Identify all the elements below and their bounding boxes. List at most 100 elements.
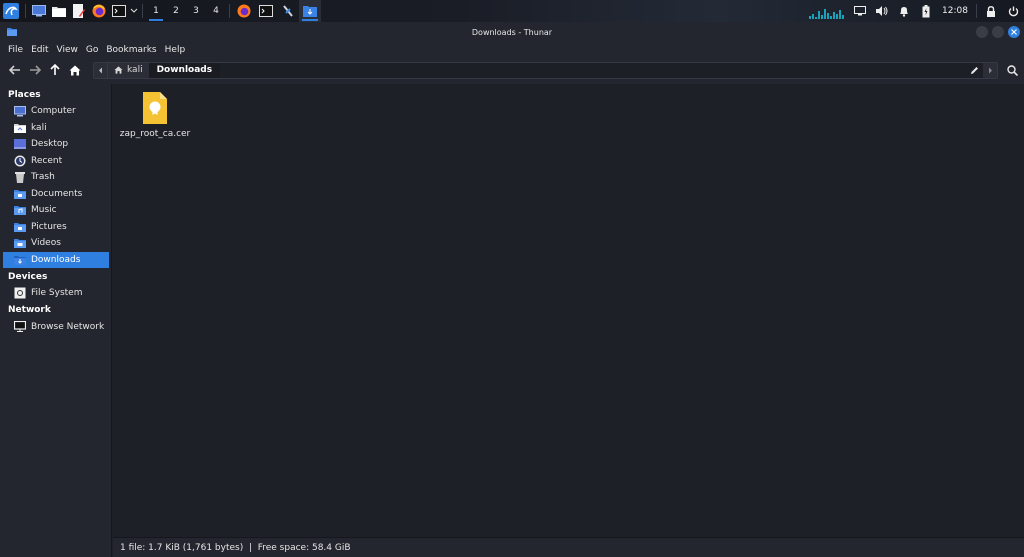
path-bar-empty[interactable] [220, 62, 965, 78]
volume-button[interactable] [871, 0, 893, 22]
text-editor-icon [73, 4, 85, 18]
menu-edit[interactable]: Edit [27, 45, 52, 55]
sidebar-item-videos[interactable]: Videos [3, 235, 109, 252]
home-button[interactable] [65, 60, 85, 80]
path-crumb-current[interactable]: Downloads [148, 62, 221, 78]
display-icon [854, 6, 866, 16]
kali-menu-button[interactable] [0, 0, 22, 22]
lock-screen-button[interactable] [980, 0, 1002, 22]
sidebar-item-computer[interactable]: Computer [3, 103, 109, 120]
workspace-1[interactable]: 1 [146, 0, 166, 22]
firefox-launcher[interactable] [89, 0, 109, 22]
display-button[interactable] [849, 0, 871, 22]
edit-location-button[interactable] [965, 62, 983, 78]
path-scroll-right-button[interactable] [983, 63, 997, 78]
sidebar-item-trash[interactable]: Trash [3, 169, 109, 186]
workspace-label: 2 [173, 6, 179, 16]
workspace-label: 1 [153, 6, 159, 16]
terminal-launcher[interactable] [109, 0, 129, 22]
file-manager-launcher[interactable] [49, 0, 69, 22]
thunar-window: Downloads - Thunar File Edit View Go Boo… [0, 22, 1024, 557]
taskbar-window-terminal[interactable] [255, 0, 277, 22]
workspace-label: 4 [213, 6, 219, 16]
back-button[interactable] [5, 60, 25, 80]
path-scroll-left-button[interactable] [94, 62, 108, 78]
workspace-4[interactable]: 4 [206, 0, 226, 22]
sidebar-item-label: Trash [31, 172, 55, 183]
sidebar-header-places: Places [8, 89, 41, 100]
taskbar-window-firefox[interactable] [233, 0, 255, 22]
sidebar-item-pictures[interactable]: Pictures [3, 219, 109, 236]
search-button[interactable] [1002, 60, 1022, 80]
window-title: Downloads - Thunar [471, 27, 553, 37]
file-view[interactable]: zap_root_ca.cer [112, 84, 1024, 557]
file-name: zap_root_ca.cer [119, 129, 191, 139]
sidebar-item-music[interactable]: Music [3, 202, 109, 219]
sidebar-item-label: Desktop [31, 139, 69, 150]
sidebar-item-documents[interactable]: Documents [3, 186, 109, 203]
forward-button[interactable] [25, 60, 45, 80]
desktop-icon [14, 138, 26, 150]
window-titlebar[interactable]: Downloads - Thunar [0, 22, 1024, 42]
search-icon [1006, 64, 1018, 76]
menu-help[interactable]: Help [161, 45, 190, 55]
taskbar-window-thunar[interactable] [299, 0, 321, 22]
taskbar-separator [976, 4, 977, 18]
power-button[interactable] [1002, 0, 1024, 22]
status-text: 1 file: 1.7 KiB (1,761 bytes) | Free spa… [120, 542, 351, 553]
volume-icon [876, 6, 888, 16]
folder-icon [52, 7, 66, 17]
sidebar-header-devices: Devices [8, 271, 48, 282]
menu-bookmarks[interactable]: Bookmarks [102, 45, 160, 55]
sidebar-item-desktop[interactable]: Desktop [3, 136, 109, 153]
taskbar-window-zap[interactable] [277, 0, 299, 22]
clock[interactable]: 12:08 [937, 0, 973, 22]
sidebar-item-browse-network[interactable]: Browse Network [3, 319, 109, 336]
path-bar: kali Downloads [93, 61, 998, 79]
chevron-right-icon [988, 67, 992, 73]
menu-go[interactable]: Go [82, 45, 102, 55]
pictures-folder-icon [14, 221, 26, 233]
workspace-2[interactable]: 2 [166, 0, 186, 22]
sidebar-item-downloads[interactable]: Downloads [3, 251, 109, 268]
sidebar-item-label: Pictures [31, 221, 67, 232]
pencil-icon [970, 66, 978, 74]
show-desktop-button[interactable] [29, 0, 49, 22]
sidebar-item-kali[interactable]: kali [3, 120, 109, 137]
taskbar-separator [25, 4, 26, 18]
close-button[interactable] [1008, 26, 1020, 38]
bell-icon [900, 6, 908, 17]
desktop-icon [32, 5, 46, 17]
text-editor-launcher[interactable] [69, 0, 89, 22]
drive-icon [14, 287, 26, 299]
sidebar-item-file-system[interactable]: File System [3, 285, 109, 302]
close-icon [1011, 29, 1017, 35]
arrow-right-icon [30, 65, 41, 75]
taskbar-spacer [321, 0, 849, 22]
window-folder-icon [7, 28, 17, 36]
up-button[interactable] [45, 60, 65, 80]
sidebar-item-recent[interactable]: Recent [3, 153, 109, 170]
menu-bar: File Edit View Go Bookmarks Help [0, 42, 1024, 58]
window-controls [976, 26, 1020, 38]
workspace-3[interactable]: 3 [186, 0, 206, 22]
menu-file[interactable]: File [4, 45, 27, 55]
menu-view[interactable]: View [53, 45, 82, 55]
file-item[interactable]: zap_root_ca.cer [120, 90, 190, 139]
cpu-graph [809, 7, 845, 19]
music-folder-icon [14, 204, 26, 216]
notifications-button[interactable] [893, 0, 915, 22]
recent-icon [14, 155, 26, 167]
sidebar-header-network: Network [8, 305, 51, 315]
sidebar-item-label: Browse Network [31, 321, 105, 332]
maximize-button[interactable] [992, 26, 1004, 38]
minimize-button[interactable] [976, 26, 988, 38]
network-icon [14, 321, 26, 333]
path-crumb-home[interactable]: kali [108, 63, 149, 78]
power-manager-button[interactable] [915, 0, 937, 22]
firefox-icon [237, 4, 251, 18]
terminal-launcher-dropdown[interactable] [129, 0, 139, 22]
kali-dragon-icon [3, 3, 19, 19]
sidebar-item-label: Downloads [31, 254, 81, 265]
downloads-folder-icon [14, 254, 26, 266]
